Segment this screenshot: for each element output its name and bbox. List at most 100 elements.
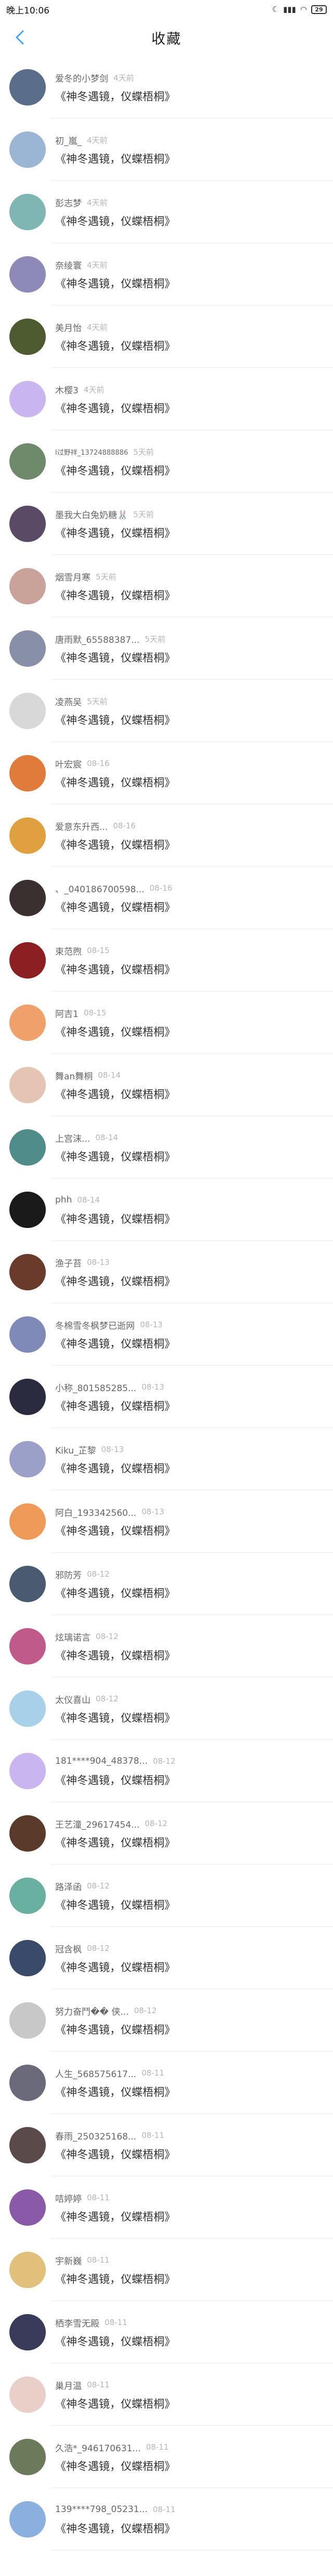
avatar[interactable] [9,1503,46,1540]
avatar[interactable] [9,131,46,168]
avatar[interactable] [9,1379,46,1415]
list-item[interactable]: 宇新巍 08-11 《神冬遇镜，仪蝶梧桐》 [0,2239,333,2301]
user-name[interactable]: 宇新巍 [55,2254,82,2267]
user-name[interactable]: phh [55,1195,72,1205]
item-title[interactable]: 《神冬遇镜，仪蝶梧桐》 [55,2396,175,2411]
list-item[interactable]: 爱冬的小梦剑 4天前 《神冬遇镜，仪蝶梧桐》 [0,56,333,118]
user-name[interactable]: 巢月温 [55,2379,82,2392]
user-name[interactable]: 冬棉雪冬枫梦已逝网 [55,1318,135,1331]
item-title[interactable]: 《神冬遇镜，仪蝶梧桐》 [55,2271,175,2287]
list-item[interactable]: 努力奋鬥�� 侠... 08-12 《神冬遇镜，仪蝶梧桐》 [0,1989,333,2052]
user-name[interactable]: 太仪喜山 [55,1693,91,1706]
item-title[interactable]: 《神冬遇镜，仪蝶梧桐》 [55,712,175,728]
item-title[interactable]: 《神冬遇镜，仪蝶梧桐》 [55,650,175,665]
list-item[interactable]: l过野祥_13724888886 5天前 《神冬遇镜，仪蝶梧桐》 [0,430,333,493]
avatar[interactable] [9,2127,46,2163]
list-item[interactable]: 久浩*_946170631... 08-11 《神冬遇镜，仪蝶梧桐》 [0,2426,333,2488]
item-title[interactable]: 《神冬遇镜，仪蝶梧桐》 [55,1336,175,1351]
avatar[interactable] [9,1690,46,1727]
user-name[interactable]: 人生_568575617... [55,2067,136,2080]
user-name[interactable]: 烟雪月寒 [55,570,91,583]
user-name[interactable]: 初_嵐_ [55,134,82,147]
avatar[interactable] [9,69,46,105]
item-title[interactable]: 《神冬遇镜，仪蝶梧桐》 [55,1647,175,1663]
avatar[interactable] [9,319,46,355]
avatar[interactable] [9,630,46,667]
avatar[interactable] [9,942,46,979]
item-title[interactable]: 《神冬遇镜，仪蝶梧桐》 [55,1710,175,1725]
item-title[interactable]: 《神冬遇镜，仪蝶梧桐》 [55,899,175,915]
item-title[interactable]: 《神冬遇镜，仪蝶梧桐》 [55,837,175,852]
item-title[interactable]: 《神冬遇镜，仪蝶梧桐》 [55,151,175,166]
item-title[interactable]: 《神冬遇镜，仪蝶梧桐》 [55,1024,175,1039]
item-title[interactable]: 《神冬遇镜，仪蝶梧桐》 [55,1585,175,1601]
item-title[interactable]: 《神冬遇镜，仪蝶梧桐》 [55,88,175,104]
list-item[interactable]: 咭婷婷 08-11 《神冬遇镜，仪蝶梧桐》 [0,2176,333,2239]
item-title[interactable]: 《神冬遇镜，仪蝶梧桐》 [55,2458,175,2474]
list-item[interactable]: 邪防芳 08-12 《神冬遇镜，仪蝶梧桐》 [0,1553,333,1615]
user-name[interactable]: Kiku_芷黎 [55,1443,96,1456]
list-item[interactable]: 舞an舞桐 08-14 《神冬遇镜，仪蝶梧桐》 [0,1054,333,1116]
user-name[interactable]: 冠含枫 [55,1942,82,1955]
avatar[interactable] [9,1441,46,1477]
item-title[interactable]: 《神冬遇镜，仪蝶梧桐》 [55,1772,175,1788]
user-name[interactable]: 路泽函 [55,1880,82,1893]
user-name[interactable]: 炫璃诺言 [55,1630,91,1643]
avatar[interactable] [9,1753,46,1789]
user-name[interactable]: 渔子苔 [55,1256,82,1269]
avatar[interactable] [9,693,46,729]
list-item[interactable]: 181****904_48378... 08-12 《神冬遇镜，仪蝶梧桐》 [0,1740,333,1802]
avatar[interactable] [9,1878,46,1914]
list-item[interactable]: 渔子苔 08-13 《神冬遇镜，仪蝶梧桐》 [0,1241,333,1303]
user-name[interactable]: 美月怡 [55,321,82,334]
avatar[interactable] [9,1192,46,1228]
avatar[interactable] [9,506,46,542]
item-title[interactable]: 《神冬遇镜，仪蝶梧桐》 [55,213,175,229]
item-title[interactable]: 《神冬遇镜，仪蝶梧桐》 [55,1273,175,1289]
user-name[interactable]: 木樱3 [55,383,79,396]
list-item[interactable]: 阿吉1 08-15 《神冬遇镜，仪蝶梧桐》 [0,992,333,1054]
avatar[interactable] [9,1254,46,1290]
user-name[interactable]: 墨我大白兔奶糖🐰 [55,508,128,521]
list-item[interactable]: 烟雪月寒 5天前 《神冬遇镜，仪蝶梧桐》 [0,555,333,617]
user-name[interactable]: 爱冬的小梦剑 [55,71,108,84]
item-title[interactable]: 《神冬遇镜，仪蝶梧桐》 [55,587,175,603]
user-name[interactable]: 努力奋鬥�� 侠... [55,2004,129,2017]
item-title[interactable]: 《神冬遇镜，仪蝶梧桐》 [55,2084,175,2099]
avatar[interactable] [9,1316,46,1353]
back-button[interactable] [8,26,31,49]
list-item[interactable]: 木樱3 4天前 《神冬遇镜，仪蝶梧桐》 [0,368,333,430]
avatar[interactable] [9,2314,46,2350]
avatar[interactable] [9,2376,46,2413]
user-name[interactable]: 181****904_48378... [55,1756,148,1766]
list-item[interactable]: 小称_801585285... 08-13 《神冬遇镜，仪蝶梧桐》 [0,1366,333,1428]
item-title[interactable]: 《神冬遇镜，仪蝶梧桐》 [55,1460,175,1476]
item-title[interactable]: 《神冬遇镜，仪蝶梧桐》 [55,961,175,977]
avatar[interactable] [9,755,46,791]
list-item[interactable]: 冠含枫 08-12 《神冬遇镜，仪蝶梧桐》 [0,1927,333,1989]
avatar[interactable] [9,817,46,854]
list-item[interactable]: 炫璃诺言 08-12 《神冬遇镜，仪蝶梧桐》 [0,1615,333,1677]
avatar[interactable] [9,2189,46,2226]
item-title[interactable]: 《神冬遇镜，仪蝶梧桐》 [55,1897,175,1912]
item-title[interactable]: 《神冬遇镜，仪蝶梧桐》 [55,2520,175,2536]
item-title[interactable]: 《神冬遇镜，仪蝶梧桐》 [55,2022,175,2037]
user-name[interactable]: 阿白_193342560... [55,1505,136,1518]
list-item[interactable]: 上宫沫... 08-14 《神冬遇镜，仪蝶梧桐》 [0,1116,333,1179]
list-item[interactable]: 爱意东升西... 08-16 《神冬遇镜，仪蝶梧桐》 [0,804,333,867]
avatar[interactable] [9,2501,46,2538]
item-title[interactable]: 《神冬遇镜，仪蝶梧桐》 [55,2209,175,2224]
item-title[interactable]: 《神冬遇镜，仪蝶梧桐》 [55,525,175,540]
list-item[interactable]: 奈绫寰 4天前 《神冬遇镜，仪蝶梧桐》 [0,243,333,306]
avatar[interactable] [9,443,46,480]
user-name[interactable]: 咭婷婷 [55,2191,82,2204]
item-title[interactable]: 《神冬遇镜，仪蝶梧桐》 [55,1211,175,1226]
item-title[interactable]: 《神冬遇镜，仪蝶梧桐》 [55,1086,175,1102]
user-name[interactable]: 阿吉1 [55,1007,79,1020]
list-item[interactable]: 美月怡 4天前 《神冬遇镜，仪蝶梧桐》 [0,306,333,368]
avatar[interactable] [9,256,46,293]
list-item[interactable]: 叶宏宸 08-16 《神冬遇镜，仪蝶梧桐》 [0,742,333,804]
user-name[interactable]: 唐雨默_65588387... [55,632,139,645]
item-title[interactable]: 《神冬遇镜，仪蝶梧桐》 [55,1959,175,1975]
list-item[interactable]: Kiku_芷黎 08-13 《神冬遇镜，仪蝶梧桐》 [0,1428,333,1490]
